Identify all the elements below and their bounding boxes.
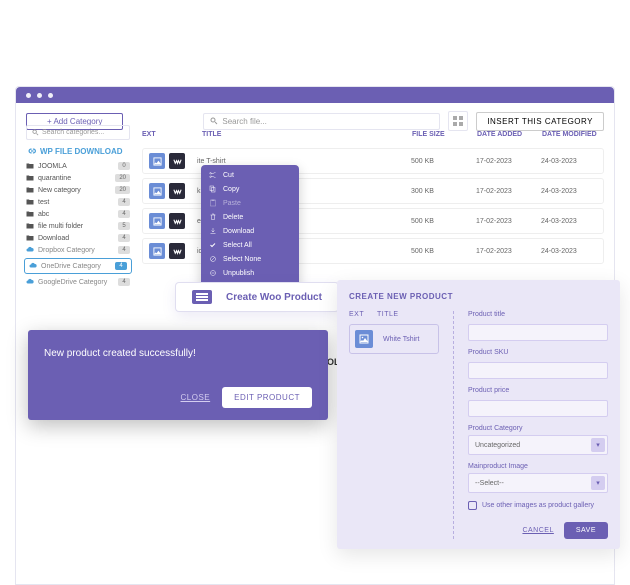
- toast-close-button[interactable]: CLOSE: [181, 393, 211, 402]
- sidebar-item[interactable]: New category20: [26, 184, 130, 196]
- context-menu-item[interactable]: Delete: [201, 210, 299, 224]
- create-woo-button[interactable]: Create Woo Product: [176, 283, 338, 311]
- sidebar-item[interactable]: OneDrive Category4: [24, 258, 132, 274]
- gallery-checkbox-row[interactable]: Use other images as product gallery: [468, 501, 608, 510]
- toast-edit-button[interactable]: EDIT PRODUCT: [222, 387, 312, 408]
- woo-icon: [169, 183, 185, 199]
- sidebar: Search categories... WP FILE DOWNLOAD JO…: [26, 125, 130, 288]
- titlebar: [16, 87, 614, 103]
- image-value: --Select--: [475, 480, 504, 487]
- file-icon: [355, 330, 373, 348]
- sidebar-item[interactable]: test4: [26, 196, 130, 208]
- none-icon: [209, 255, 217, 263]
- search-icon: [32, 129, 39, 136]
- window-dot[interactable]: [26, 93, 31, 98]
- delete-icon: [209, 213, 217, 221]
- sidebar-header: WP FILE DOWNLOAD: [26, 146, 130, 156]
- modal-file-name: White Tshirt: [383, 336, 419, 343]
- modal-selected-file: White Tshirt: [349, 324, 439, 354]
- product-title-input[interactable]: [468, 324, 608, 341]
- main-image-label: Mainproduct Image: [468, 463, 608, 470]
- product-sku-label: Product SKU: [468, 349, 608, 356]
- product-price-label: Product price: [468, 387, 608, 394]
- window-dot[interactable]: [48, 93, 53, 98]
- col-ext[interactable]: EXT: [142, 131, 202, 138]
- file-icon: [149, 243, 165, 259]
- modal-cancel-button[interactable]: CANCEL: [522, 527, 553, 534]
- sidebar-item[interactable]: quarantine20: [26, 172, 130, 184]
- search-cat-placeholder: Search categories...: [42, 129, 104, 136]
- col-title[interactable]: TITLE: [202, 131, 412, 138]
- category-value: Uncategorized: [475, 442, 520, 449]
- modal-col-title: TITLE: [377, 311, 399, 318]
- unpublish-icon: [209, 269, 217, 277]
- checkbox-icon: [468, 501, 477, 510]
- sidebar-item[interactable]: GoogleDrive Category4: [26, 276, 130, 288]
- file-icon: [149, 183, 165, 199]
- chevron-down-icon: ▾: [591, 476, 605, 490]
- sidebar-item[interactable]: file multi folder5: [26, 220, 130, 232]
- modal-title: CREATE NEW PRODUCT: [349, 292, 608, 301]
- file-icon: [149, 153, 165, 169]
- gallery-checkbox-label: Use other images as product gallery: [482, 502, 594, 509]
- toast-actions: CLOSE EDIT PRODUCT: [44, 387, 312, 408]
- product-category-select[interactable]: Uncategorized ▾: [468, 435, 608, 455]
- window-dot[interactable]: [37, 93, 42, 98]
- woo-icon: [169, 213, 185, 229]
- context-menu: CutCopyPasteDeleteDownloadSelect AllSele…: [201, 165, 299, 297]
- file-icon: [149, 213, 165, 229]
- product-title-label: Product title: [468, 311, 608, 318]
- modal-file-preview: EXT TITLE White Tshirt: [349, 311, 439, 539]
- woo-icon: [169, 243, 185, 259]
- product-category-label: Product Category: [468, 425, 608, 432]
- create-product-modal: CREATE NEW PRODUCT EXT TITLE White Tshir…: [337, 280, 620, 549]
- context-menu-item[interactable]: Download: [201, 224, 299, 238]
- woo-icon: [169, 153, 185, 169]
- col-added[interactable]: DATE ADDED: [477, 131, 542, 138]
- download-icon: [209, 227, 217, 235]
- toast-message: New product created successfully!: [44, 348, 312, 359]
- context-menu-item[interactable]: Unpublish: [201, 266, 299, 280]
- context-menu-item[interactable]: Copy: [201, 182, 299, 196]
- modal-save-button[interactable]: SAVE: [564, 522, 608, 539]
- col-size[interactable]: FILE SIZE: [412, 131, 477, 138]
- cut-icon: [209, 171, 217, 179]
- chevron-down-icon: ▾: [591, 438, 605, 452]
- divider: [453, 311, 454, 539]
- context-menu-item: Paste: [201, 196, 299, 210]
- create-woo-label: Create Woo Product: [226, 292, 322, 303]
- sidebar-item[interactable]: abc4: [26, 208, 130, 220]
- sidebar-item[interactable]: Dropbox Category4: [26, 244, 130, 256]
- paste-icon: [209, 199, 217, 207]
- context-menu-item[interactable]: Cut: [201, 165, 299, 182]
- success-toast: New product created successfully! CLOSE …: [28, 330, 328, 420]
- copy-icon: [209, 185, 217, 193]
- main-image-select[interactable]: --Select-- ▾: [468, 473, 608, 493]
- context-menu-item[interactable]: Select None: [201, 252, 299, 266]
- link-icon: [26, 146, 36, 156]
- product-icon: [192, 290, 212, 304]
- modal-form: Product title Product SKU Product price …: [468, 311, 608, 539]
- search-icon: [210, 117, 218, 125]
- modal-col-ext: EXT: [349, 311, 377, 318]
- sidebar-item[interactable]: Download4: [26, 232, 130, 244]
- col-modified[interactable]: DATE MODIFIED: [542, 131, 604, 138]
- check-icon: [209, 241, 217, 249]
- context-menu-item[interactable]: Select All: [201, 238, 299, 252]
- product-price-input[interactable]: [468, 400, 608, 417]
- product-sku-input[interactable]: [468, 362, 608, 379]
- table-header: EXT TITLE FILE SIZE DATE ADDED DATE MODI…: [142, 125, 604, 148]
- sidebar-item[interactable]: JOOMLA0: [26, 160, 130, 172]
- search-categories-input[interactable]: Search categories...: [26, 125, 130, 140]
